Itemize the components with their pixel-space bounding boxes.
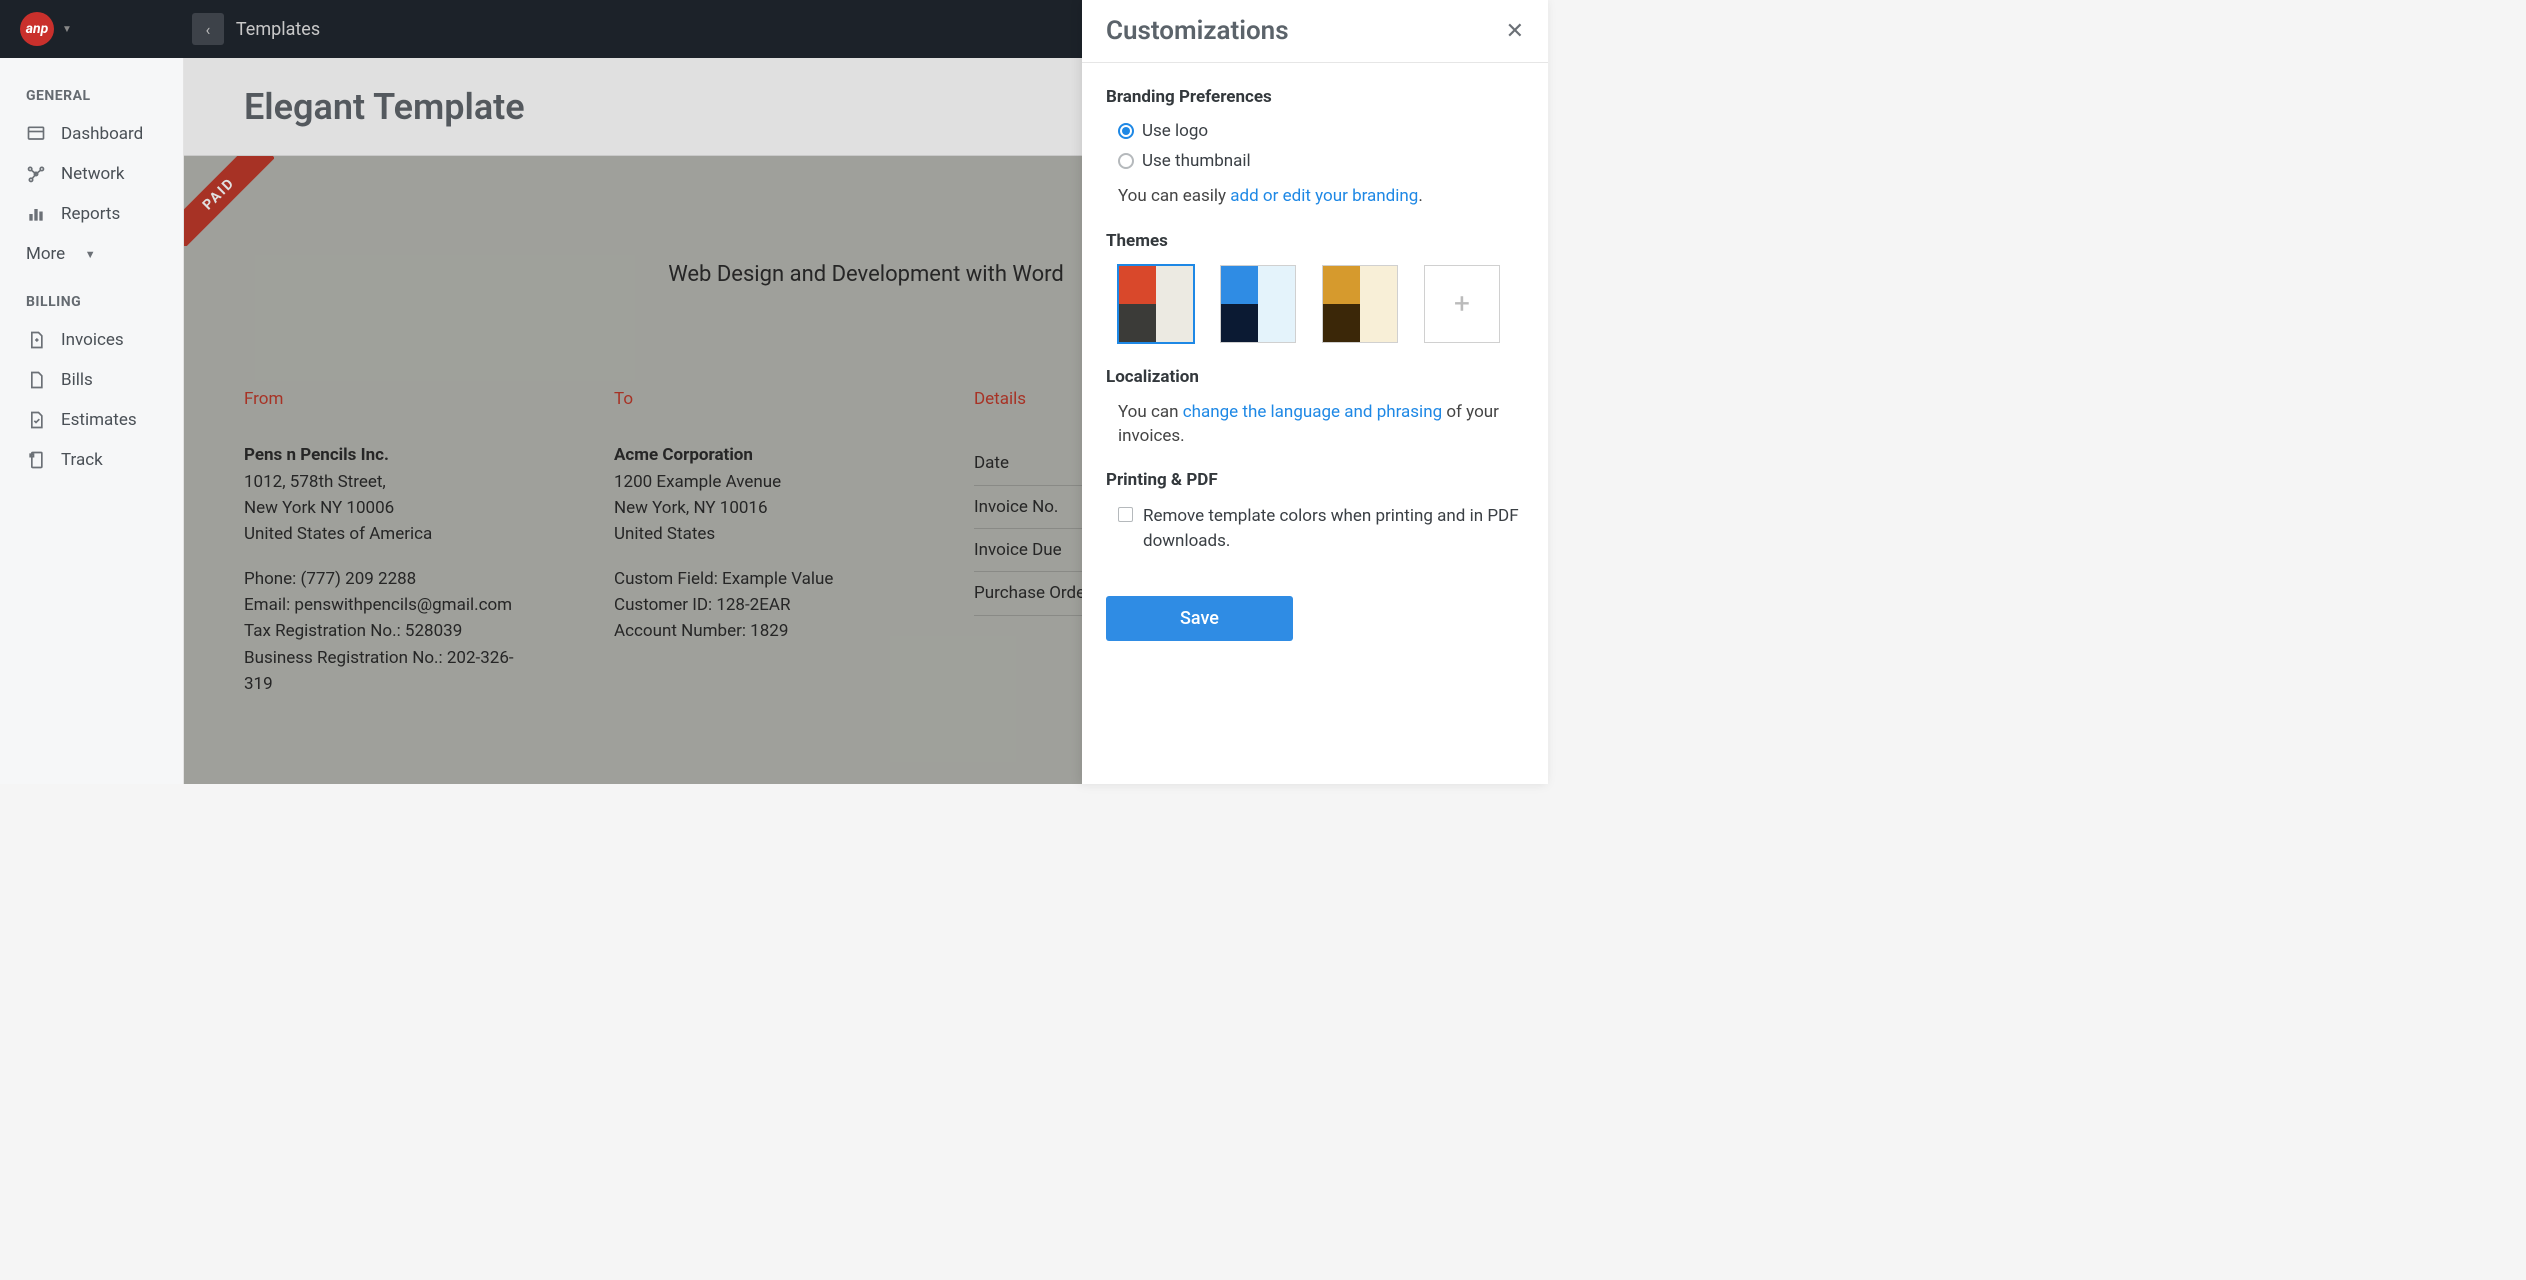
radio-label: Use logo xyxy=(1142,121,1208,141)
sidebar-item-track[interactable]: Track xyxy=(0,440,183,480)
to-custid: Customer ID: 128-2EAR xyxy=(614,592,884,618)
bills-icon xyxy=(26,370,46,390)
from-addr: United States of America xyxy=(244,521,524,547)
save-button[interactable]: Save xyxy=(1106,596,1293,641)
to-addr: United States xyxy=(614,521,884,547)
sidebar-item-label: Track xyxy=(61,450,103,470)
document-title: Web Design and Development with Word xyxy=(668,262,1064,287)
page-title: Elegant Template xyxy=(244,86,525,128)
chevron-down-icon: ▼ xyxy=(80,244,100,264)
sidebar-item-label: Network xyxy=(61,164,125,184)
sidebar-item-bills[interactable]: Bills xyxy=(0,360,183,400)
sidebar-item-reports[interactable]: Reports xyxy=(0,194,183,234)
sidebar-section-general: GENERAL xyxy=(0,78,183,114)
radio-label: Use thumbnail xyxy=(1142,151,1251,171)
estimates-icon xyxy=(26,410,46,430)
app-logo[interactable]: anp xyxy=(20,12,54,46)
sidebar-section-billing: BILLING xyxy=(0,284,183,320)
from-heading: From xyxy=(244,386,524,412)
panel-header: Customizations ✕ xyxy=(1082,0,1548,63)
topbar-title: Templates xyxy=(236,19,320,40)
network-icon xyxy=(26,164,46,184)
localization-section-title: Localization xyxy=(1106,367,1524,387)
to-addr: 1200 Example Avenue xyxy=(614,469,884,495)
sidebar-item-invoices[interactable]: Invoices xyxy=(0,320,183,360)
from-addr: New York NY 10006 xyxy=(244,495,524,521)
close-icon[interactable]: ✕ xyxy=(1506,19,1524,44)
sidebar-item-label: More xyxy=(26,244,65,264)
from-taxreg: Tax Registration No.: 528039 xyxy=(244,618,524,644)
sidebar-item-more[interactable]: More ▼ xyxy=(0,234,183,274)
sidebar-item-estimates[interactable]: Estimates xyxy=(0,400,183,440)
sidebar-item-dashboard[interactable]: Dashboard xyxy=(0,114,183,154)
from-bizreg: Business Registration No.: 202-326-319 xyxy=(244,645,524,698)
from-addr: 1012, 578th Street, xyxy=(244,469,524,495)
change-language-link[interactable]: change the language and phrasing xyxy=(1183,402,1442,422)
from-phone: Phone: (777) 209 2288 xyxy=(244,566,524,592)
theme-swatch[interactable] xyxy=(1220,265,1296,343)
add-theme-button[interactable]: + xyxy=(1424,265,1500,343)
sidebar-item-label: Bills xyxy=(61,370,93,390)
dashboard-icon xyxy=(26,124,46,144)
invoices-icon xyxy=(26,330,46,350)
themes-row: + xyxy=(1118,265,1524,343)
to-custom: Custom Field: Example Value xyxy=(614,566,884,592)
radio-use-logo[interactable]: Use logo xyxy=(1118,121,1524,141)
themes-section-title: Themes xyxy=(1106,231,1524,251)
to-name: Acme Corporation xyxy=(614,442,884,468)
theme-swatch[interactable] xyxy=(1322,265,1398,343)
printing-section-title: Printing & PDF xyxy=(1106,470,1524,490)
from-email: Email: penswithpencils@gmail.com xyxy=(244,592,524,618)
paid-ribbon-label: PAID xyxy=(184,156,274,246)
track-icon xyxy=(26,450,46,470)
sidebar-item-label: Dashboard xyxy=(61,124,143,144)
theme-swatch[interactable] xyxy=(1118,265,1194,343)
to-heading: To xyxy=(614,386,884,412)
sidebar: GENERAL Dashboard Network Reports More ▼… xyxy=(0,58,184,784)
back-button[interactable]: ‹ xyxy=(192,13,224,45)
remove-colors-checkbox-row[interactable]: Remove template colors when printing and… xyxy=(1118,504,1524,553)
from-name: Pens n Pencils Inc. xyxy=(244,442,524,468)
sidebar-item-label: Estimates xyxy=(61,410,137,430)
radio-icon xyxy=(1118,123,1134,139)
to-addr: New York, NY 10016 xyxy=(614,495,884,521)
reports-icon xyxy=(26,204,46,224)
sidebar-item-network[interactable]: Network xyxy=(0,154,183,194)
localization-help-text: You can change the language and phrasing… xyxy=(1118,401,1524,449)
branding-section-title: Branding Preferences xyxy=(1106,87,1524,107)
from-column: From Pens n Pencils Inc. 1012, 578th Str… xyxy=(244,386,524,697)
panel-title: Customizations xyxy=(1106,16,1289,46)
edit-branding-link[interactable]: add or edit your branding xyxy=(1230,186,1418,206)
checkbox-label: Remove template colors when printing and… xyxy=(1143,504,1524,553)
checkbox-icon xyxy=(1118,507,1133,522)
to-column: To Acme Corporation 1200 Example Avenue … xyxy=(614,386,884,697)
sidebar-item-label: Invoices xyxy=(61,330,124,350)
panel-body: Branding Preferences Use logo Use thumbn… xyxy=(1082,63,1548,784)
paid-ribbon: PAID xyxy=(184,156,274,246)
radio-use-thumbnail[interactable]: Use thumbnail xyxy=(1118,151,1524,171)
logo-chevron-icon[interactable]: ▼ xyxy=(62,24,72,35)
branding-help-text: You can easily add or edit your branding… xyxy=(1118,185,1524,209)
radio-icon xyxy=(1118,153,1134,169)
customizations-panel: Customizations ✕ Branding Preferences Us… xyxy=(1082,0,1548,784)
sidebar-item-label: Reports xyxy=(61,204,120,224)
to-acct: Account Number: 1829 xyxy=(614,618,884,644)
